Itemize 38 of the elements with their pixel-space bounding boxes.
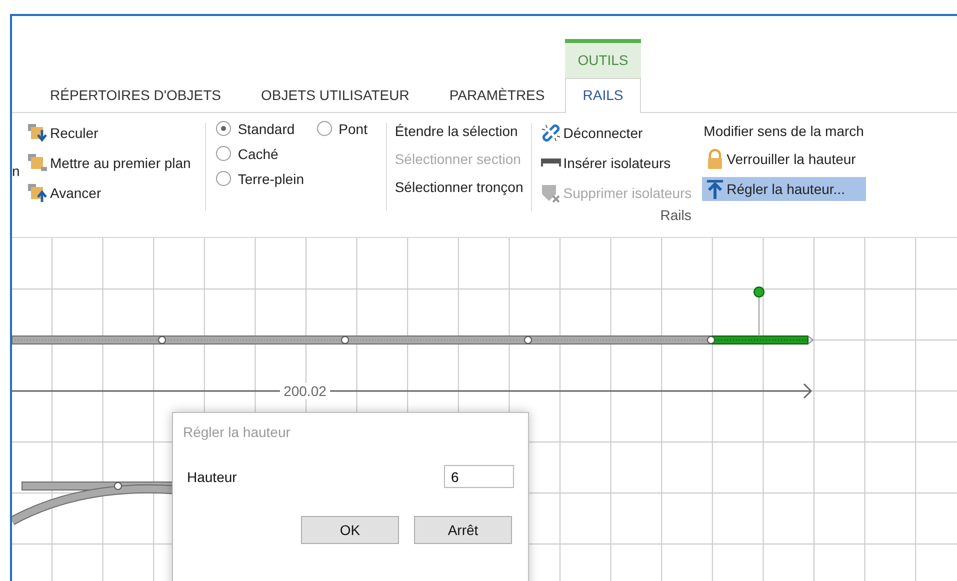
ribbon-tab[interactable]: PARAMÈTRES [429,78,565,113]
bring-forward-icon [27,182,49,203]
field-label: Hauteur [187,468,237,484]
ribbon-tab[interactable]: RAILS [564,78,642,113]
send-backward-icon [27,122,49,143]
radio-option[interactable]: Pont [316,120,368,137]
group-label: Rails [660,206,692,223]
ribbon-command[interactable]: Régler la hauteur... [702,176,866,201]
radio-button[interactable] [216,121,231,136]
cut-off-text: n [12,162,20,179]
ribbon-tab[interactable]: RÉPERTOIRES D'OBJETS [30,78,241,113]
ribbon-tab[interactable]: OBJETS UTILISATEUR [240,78,430,113]
radio-button[interactable] [216,146,231,162]
insulator-icon [540,158,562,167]
radio-option[interactable]: Terre-plein [216,170,304,187]
ribbon-command[interactable]: Modifier sens de la march [702,120,866,141]
dimension-label: 200.02 [284,383,326,399]
ribbon-command[interactable]: Déconnecter [538,120,694,145]
radio-option[interactable]: Caché [216,146,278,162]
ribbon-command[interactable]: Mettre au premier plan [25,150,193,175]
context-tab-header: OUTILS [564,38,642,78]
dialog-title: Régler la hauteur [182,423,292,442]
ribbon-command[interactable]: Reculer [25,120,193,145]
bring-to-front-icon [27,152,49,173]
radio-option[interactable]: Standard [216,120,295,137]
radio-button[interactable] [316,121,332,136]
ribbon-command[interactable]: Avancer [25,180,193,205]
height-field[interactable]: 6 [444,465,514,488]
ribbon-command[interactable]: Insérer isolateurs [538,150,694,175]
dialog-button[interactable]: OK [301,516,399,544]
disconnect-icon [540,122,562,143]
dialog-button[interactable]: Arrêt [414,516,512,544]
remove-insulator-icon [540,182,562,203]
radio-button[interactable] [216,171,231,186]
ribbon-command[interactable]: Verrouiller la hauteur [702,146,866,171]
height-handle[interactable] [754,286,764,336]
ribbon-command[interactable]: Étendre la sélection [392,120,526,141]
ribbon-command[interactable]: Sélectionner tronçon [392,176,526,197]
